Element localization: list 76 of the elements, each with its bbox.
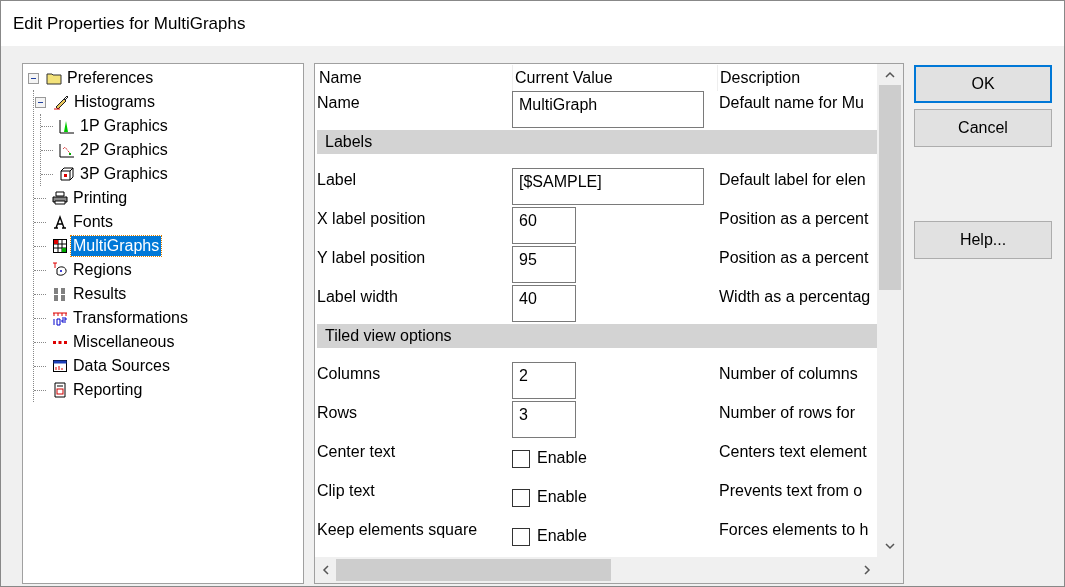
printer-icon bbox=[52, 190, 68, 206]
input-field[interactable]: 95 bbox=[512, 246, 576, 283]
checkbox[interactable] bbox=[512, 489, 530, 507]
property-name: Label bbox=[317, 170, 358, 190]
tree-item[interactable]: Miscellaneous bbox=[71, 332, 177, 352]
property-description: Centers text element bbox=[718, 442, 868, 462]
collapse-box[interactable] bbox=[35, 96, 46, 108]
input-field[interactable]: [$SAMPLE] bbox=[512, 168, 704, 205]
tree-item[interactable]: Reporting bbox=[71, 380, 145, 400]
property-name: Clip text bbox=[317, 481, 376, 501]
report-icon bbox=[52, 382, 68, 398]
tree-item[interactable]: Transformations bbox=[71, 308, 190, 328]
font-icon bbox=[52, 214, 68, 230]
section-header: Labels bbox=[317, 130, 877, 154]
checkbox-label[interactable]: Enable bbox=[537, 488, 587, 506]
property-description: Position as a percent bbox=[718, 248, 870, 268]
tree-item[interactable]: Results bbox=[71, 284, 129, 304]
property-description: Default name for Mu bbox=[718, 93, 865, 113]
tree-item[interactable]: Regions bbox=[71, 260, 134, 280]
brush-icon bbox=[53, 94, 69, 110]
input-field[interactable]: 40 bbox=[512, 285, 576, 322]
scroll-right-icon[interactable] bbox=[861, 564, 873, 576]
property-name: Center text bbox=[317, 442, 397, 462]
tree-item[interactable]: Histograms bbox=[72, 92, 157, 112]
property-name: Keep elements square bbox=[317, 520, 479, 540]
scroll-thumb[interactable] bbox=[879, 85, 901, 290]
peak-chart-icon bbox=[59, 118, 75, 134]
scroll-thumb[interactable] bbox=[336, 559, 611, 581]
input-field[interactable]: 60 bbox=[512, 207, 576, 244]
tree-item[interactable]: 3P Graphics bbox=[78, 164, 170, 184]
property-name: Rows bbox=[317, 403, 358, 423]
results-icon bbox=[52, 286, 68, 302]
tree-item[interactable]: Printing bbox=[71, 188, 130, 208]
tree-item[interactable]: Data Sources bbox=[71, 356, 172, 376]
property-description: Number of columns bbox=[718, 364, 859, 384]
property-name: Y label position bbox=[317, 248, 427, 268]
checkbox[interactable] bbox=[512, 450, 530, 468]
property-description: Position as a percent bbox=[718, 209, 870, 229]
tree-item[interactable]: Fonts bbox=[71, 212, 115, 232]
folder-icon bbox=[46, 70, 62, 86]
property-description: Prevents text from o bbox=[718, 481, 864, 501]
dialog-button[interactable]: OK bbox=[914, 65, 1052, 103]
collapse-box[interactable] bbox=[28, 72, 39, 84]
column-header[interactable]: Name bbox=[317, 65, 512, 91]
scroll-left-icon[interactable] bbox=[320, 564, 332, 576]
scale-icon bbox=[52, 310, 68, 326]
property-name: Name bbox=[317, 93, 361, 113]
input-field[interactable]: 3 bbox=[512, 401, 576, 438]
property-name: Columns bbox=[317, 364, 382, 384]
checkbox-label[interactable]: Enable bbox=[537, 449, 587, 467]
tree-item[interactable]: MultiGraphs bbox=[71, 236, 162, 256]
dialog-button[interactable]: Help... bbox=[914, 221, 1052, 259]
section-header: Tiled view options bbox=[317, 324, 877, 348]
input-field[interactable]: 2 bbox=[512, 362, 576, 399]
checkbox-label[interactable]: Enable bbox=[537, 527, 587, 545]
dialog-button[interactable]: Cancel bbox=[914, 109, 1052, 147]
property-description: Width as a percentag bbox=[718, 287, 872, 307]
property-description: Forces elements to h bbox=[718, 520, 870, 540]
grid-icon bbox=[52, 238, 68, 254]
property-description: Default label for elen bbox=[718, 170, 867, 190]
cube-icon bbox=[59, 166, 75, 182]
property-name: Label width bbox=[317, 287, 399, 307]
regions-icon bbox=[52, 262, 68, 278]
vertical-scrollbar[interactable] bbox=[877, 64, 903, 557]
property-description: Number of rows for bbox=[718, 403, 857, 423]
input-field[interactable]: MultiGraph bbox=[512, 91, 704, 128]
scatter-plot-icon bbox=[59, 142, 75, 158]
window-icon bbox=[52, 358, 68, 374]
tree-item[interactable]: 2P Graphics bbox=[78, 140, 170, 160]
tree-item[interactable]: 1P Graphics bbox=[78, 116, 170, 136]
tree-item[interactable]: Preferences bbox=[65, 68, 156, 88]
property-name: X label position bbox=[317, 209, 427, 229]
window-title: Edit Properties for MultiGraphs bbox=[13, 13, 246, 34]
scroll-down-icon[interactable] bbox=[884, 540, 896, 552]
checkbox[interactable] bbox=[512, 528, 530, 546]
dotted-line-icon bbox=[53, 340, 67, 344]
